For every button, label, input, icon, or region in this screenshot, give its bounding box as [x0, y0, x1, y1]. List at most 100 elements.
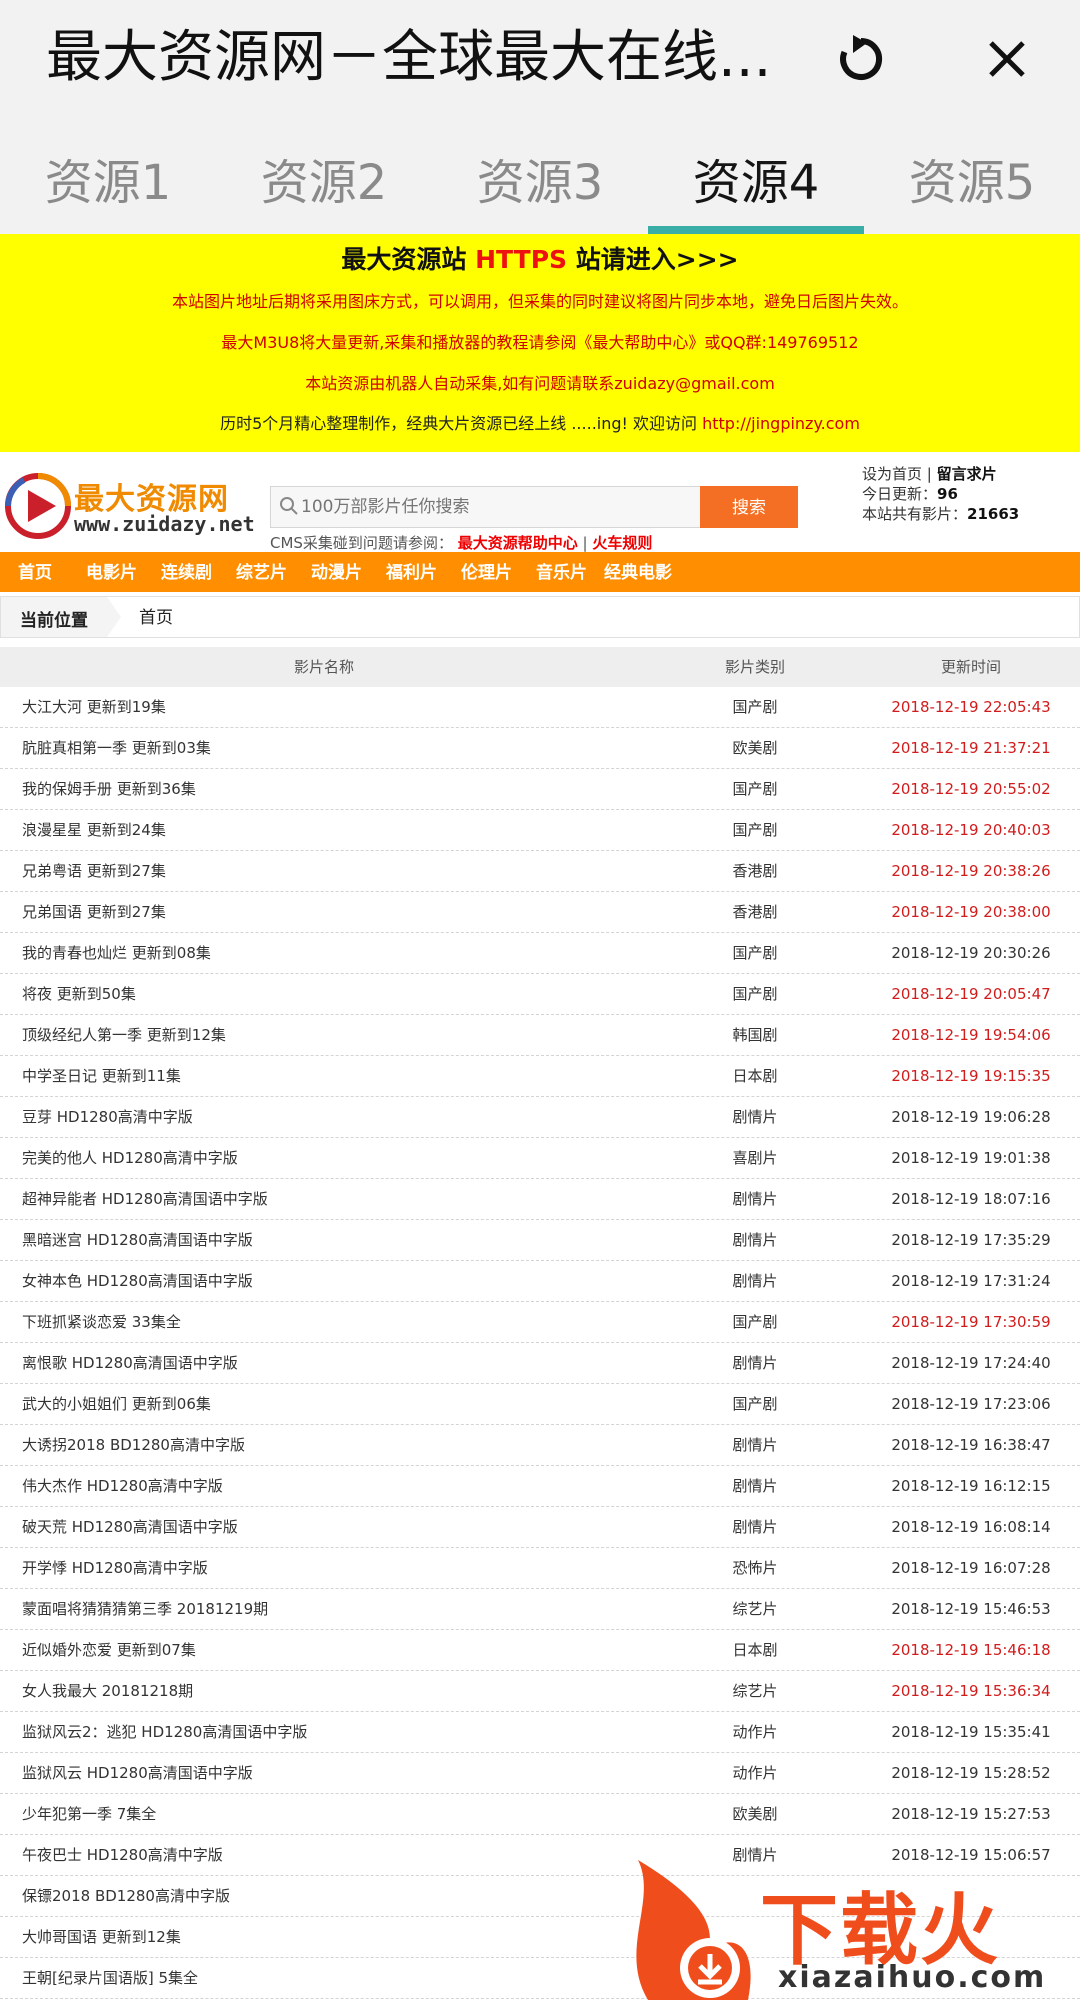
- movie-title-link[interactable]: 王朝[纪录片国语版] 5集全: [22, 1958, 198, 1998]
- nav-anime[interactable]: 动漫片: [311, 552, 362, 592]
- table-row[interactable]: 豆芽 HD1280高清中字版 剧情片 2018-12-19 19:06:28: [0, 1097, 1080, 1138]
- search-input[interactable]: [301, 487, 697, 527]
- table-row[interactable]: 离恨歌 HD1280高清国语中字版 剧情片 2018-12-19 17:24:40: [0, 1343, 1080, 1384]
- search-button[interactable]: 搜索: [700, 486, 798, 528]
- table-row[interactable]: 兄弟粤语 更新到27集 香港剧 2018-12-19 20:38:26: [0, 851, 1080, 892]
- table-row[interactable]: 肮脏真相第一季 更新到03集 欧美剧 2018-12-19 21:37:21: [0, 728, 1080, 769]
- movie-category: 欧美剧: [732, 739, 778, 757]
- train-rules-link[interactable]: 火车规则: [592, 534, 652, 552]
- movie-title-link[interactable]: 保镖2018 BD1280高清中字版: [22, 1876, 230, 1916]
- notice-line-4-text: 历时5个月精心整理制作，经典大片资源已经上线 .....ing! 欢迎访问: [220, 414, 703, 433]
- movie-title-link[interactable]: 少年犯第一季 7集全: [22, 1794, 156, 1834]
- movie-title-link[interactable]: 午夜巴士 HD1280高清中字版: [22, 1835, 223, 1875]
- movie-title-link[interactable]: 武大的小姐姐们 更新到06集: [22, 1384, 211, 1424]
- movie-category: 动作片: [732, 1723, 778, 1741]
- table-row[interactable]: 开学悸 HD1280高清中字版 恐怖片 2018-12-19 16:07:28: [0, 1548, 1080, 1589]
- table-row[interactable]: 下班抓紧谈恋爱 33集全 国产剧 2018-12-19 17:30:59: [0, 1302, 1080, 1343]
- table-row[interactable]: 监狱风云 HD1280高清国语中字版 动作片 2018-12-19 15:28:52: [0, 1753, 1080, 1794]
- movie-title-link[interactable]: 下班抓紧谈恋爱 33集全: [22, 1302, 181, 1342]
- movie-title-link[interactable]: 顶级经纪人第一季 更新到12集: [22, 1015, 226, 1055]
- nav-movies[interactable]: 电影片: [86, 552, 137, 592]
- table-row[interactable]: 近似婚外恋爱 更新到07集 日本剧 2018-12-19 15:46:18: [0, 1630, 1080, 1671]
- nav-variety[interactable]: 综艺片: [236, 552, 287, 592]
- movie-title-link[interactable]: 中学圣日记 更新到11集: [22, 1056, 181, 1096]
- table-row[interactable]: 大诱拐2018 BD1280高清中字版 剧情片 2018-12-19 16:38:4…: [0, 1425, 1080, 1466]
- movie-title-link[interactable]: 离恨歌 HD1280高清国语中字版: [22, 1343, 238, 1383]
- breadcrumb-home-link[interactable]: 首页: [139, 597, 173, 639]
- table-row[interactable]: 少年犯第一季 7集全 欧美剧 2018-12-19 15:27:53: [0, 1794, 1080, 1835]
- table-row[interactable]: 黑暗迷宫 HD1280高清国语中字版 剧情片 2018-12-19 17:35:29: [0, 1220, 1080, 1261]
- movie-title-link[interactable]: 我的青春也灿烂 更新到08集: [22, 933, 211, 973]
- table-row[interactable]: 超神异能者 HD1280高清国语中字版 剧情片 2018-12-19 18:07:1…: [0, 1179, 1080, 1220]
- table-row[interactable]: 大江大河 更新到19集 国产剧 2018-12-19 22:05:43: [0, 687, 1080, 728]
- table-row[interactable]: 完美的他人 HD1280高清中字版 喜剧片 2018-12-19 19:01:38: [0, 1138, 1080, 1179]
- tab-source-4[interactable]: 资源4: [648, 118, 864, 234]
- movie-title-link[interactable]: 女神本色 HD1280高清国语中字版: [22, 1261, 253, 1301]
- movie-title-link[interactable]: 女人我最大 20181218期: [22, 1671, 193, 1711]
- movie-category: 综艺片: [732, 1682, 778, 1700]
- refresh-button[interactable]: [826, 26, 896, 92]
- nav-ethics[interactable]: 伦理片: [461, 552, 512, 592]
- close-button[interactable]: [972, 26, 1042, 92]
- table-row[interactable]: 监狱风云2：逃犯 HD1280高清国语中字版 动作片 2018-12-19 15:3…: [0, 1712, 1080, 1753]
- table-row[interactable]: 中学圣日记 更新到11集 日本剧 2018-12-19 19:15:35: [0, 1056, 1080, 1097]
- logo-url: www.zuidazy.net: [74, 512, 255, 536]
- table-row[interactable]: 顶级经纪人第一季 更新到12集 韩国剧 2018-12-19 19:54:06: [0, 1015, 1080, 1056]
- update-time: 2018-12-19 19:54:06: [891, 1026, 1051, 1044]
- notice-headline[interactable]: 最大资源站 HTTPS 站请进入>>>: [0, 238, 1080, 282]
- movie-category: 国产剧: [732, 821, 778, 839]
- movie-title-link[interactable]: 监狱风云2：逃犯 HD1280高清国语中字版: [22, 1712, 307, 1752]
- table-row[interactable]: 兄弟国语 更新到27集 香港剧 2018-12-19 20:38:00: [0, 892, 1080, 933]
- help-center-link[interactable]: 最大资源帮助中心: [458, 534, 578, 552]
- nav-home[interactable]: 首页: [18, 552, 52, 592]
- nav-welfare[interactable]: 福利片: [386, 552, 437, 592]
- table-row[interactable]: 蒙面唱将猜猜猜第三季 20181219期 综艺片 2018-12-19 15:46:…: [0, 1589, 1080, 1630]
- movie-title-link[interactable]: 伟大杰作 HD1280高清中字版: [22, 1466, 223, 1506]
- movie-title-link[interactable]: 蒙面唱将猜猜猜第三季 20181219期: [22, 1589, 268, 1629]
- movie-category: 国产剧: [732, 698, 778, 716]
- help-prefix: CMS采集碰到问题请参阅：: [270, 534, 453, 552]
- movie-title-link[interactable]: 监狱风云 HD1280高清国语中字版: [22, 1753, 253, 1793]
- movie-title-link[interactable]: 近似婚外恋爱 更新到07集: [22, 1630, 196, 1670]
- table-row[interactable]: 伟大杰作 HD1280高清中字版 剧情片 2018-12-19 16:12:15: [0, 1466, 1080, 1507]
- movie-category: 剧情片: [732, 1231, 778, 1249]
- tab-source-2[interactable]: 资源2: [216, 118, 432, 234]
- movie-title-link[interactable]: 兄弟国语 更新到27集: [22, 892, 166, 932]
- nav-music[interactable]: 音乐片: [536, 552, 587, 592]
- table-row[interactable]: 破天荒 HD1280高清国语中字版 剧情片 2018-12-19 16:08:14: [0, 1507, 1080, 1548]
- movie-category: 国产剧: [732, 1395, 778, 1413]
- tab-source-5[interactable]: 资源5: [864, 118, 1080, 234]
- movie-title-link[interactable]: 大江大河 更新到19集: [22, 687, 166, 727]
- table-row[interactable]: 武大的小姐姐们 更新到06集 国产剧 2018-12-19 17:23:06: [0, 1384, 1080, 1425]
- movie-title-link[interactable]: 完美的他人 HD1280高清中字版: [22, 1138, 238, 1178]
- tab-source-3[interactable]: 资源3: [432, 118, 648, 234]
- site-logo[interactable]: 最大资源网 www.zuidazy.net: [4, 468, 264, 540]
- jingpinzy-link[interactable]: http://jingpinzy.com: [702, 414, 860, 433]
- update-time: 2018-12-19 19:01:38: [891, 1149, 1051, 1167]
- tab-source-1[interactable]: 资源1: [0, 118, 216, 234]
- movie-title-link[interactable]: 浪漫星星 更新到24集: [22, 810, 166, 850]
- set-home-link[interactable]: 设为首页: [862, 465, 922, 483]
- movie-title-link[interactable]: 大诱拐2018 BD1280高清中字版: [22, 1425, 245, 1465]
- movie-title-link[interactable]: 黑暗迷宫 HD1280高清国语中字版: [22, 1220, 253, 1260]
- movie-title-link[interactable]: 豆芽 HD1280高清中字版: [22, 1097, 193, 1137]
- nav-series[interactable]: 连续剧: [161, 552, 212, 592]
- movie-title-link[interactable]: 将夜 更新到50集: [22, 974, 136, 1014]
- notice-banner: 最大资源站 HTTPS 站请进入>>> 本站图片地址后期将采用图床方式，可以调用…: [0, 234, 1080, 452]
- movie-title-link[interactable]: 肮脏真相第一季 更新到03集: [22, 728, 211, 768]
- movie-title-link[interactable]: 兄弟粤语 更新到27集: [22, 851, 166, 891]
- movie-title-link[interactable]: 大帅哥国语 更新到12集: [22, 1917, 181, 1957]
- table-row[interactable]: 女人我最大 20181218期 综艺片 2018-12-19 15:36:34: [0, 1671, 1080, 1712]
- movie-title-link[interactable]: 我的保姆手册 更新到36集: [22, 769, 196, 809]
- table-row[interactable]: 女神本色 HD1280高清国语中字版 剧情片 2018-12-19 17:31:24: [0, 1261, 1080, 1302]
- table-row[interactable]: 我的青春也灿烂 更新到08集 国产剧 2018-12-19 20:30:26: [0, 933, 1080, 974]
- movie-title-link[interactable]: 破天荒 HD1280高清国语中字版: [22, 1507, 238, 1547]
- movie-title-link[interactable]: 开学悸 HD1280高清中字版: [22, 1548, 208, 1588]
- table-row[interactable]: 浪漫星星 更新到24集 国产剧 2018-12-19 20:40:03: [0, 810, 1080, 851]
- movie-title-link[interactable]: 超神异能者 HD1280高清国语中字版: [22, 1179, 268, 1219]
- nav-classic[interactable]: 经典电影: [604, 552, 672, 592]
- table-row[interactable]: 我的保姆手册 更新到36集 国产剧 2018-12-19 20:55:02: [0, 769, 1080, 810]
- request-movie-link[interactable]: 留言求片: [937, 465, 997, 483]
- table-row[interactable]: 将夜 更新到50集 国产剧 2018-12-19 20:05:47: [0, 974, 1080, 1015]
- update-time: 2018-12-19 20:38:26: [891, 862, 1051, 880]
